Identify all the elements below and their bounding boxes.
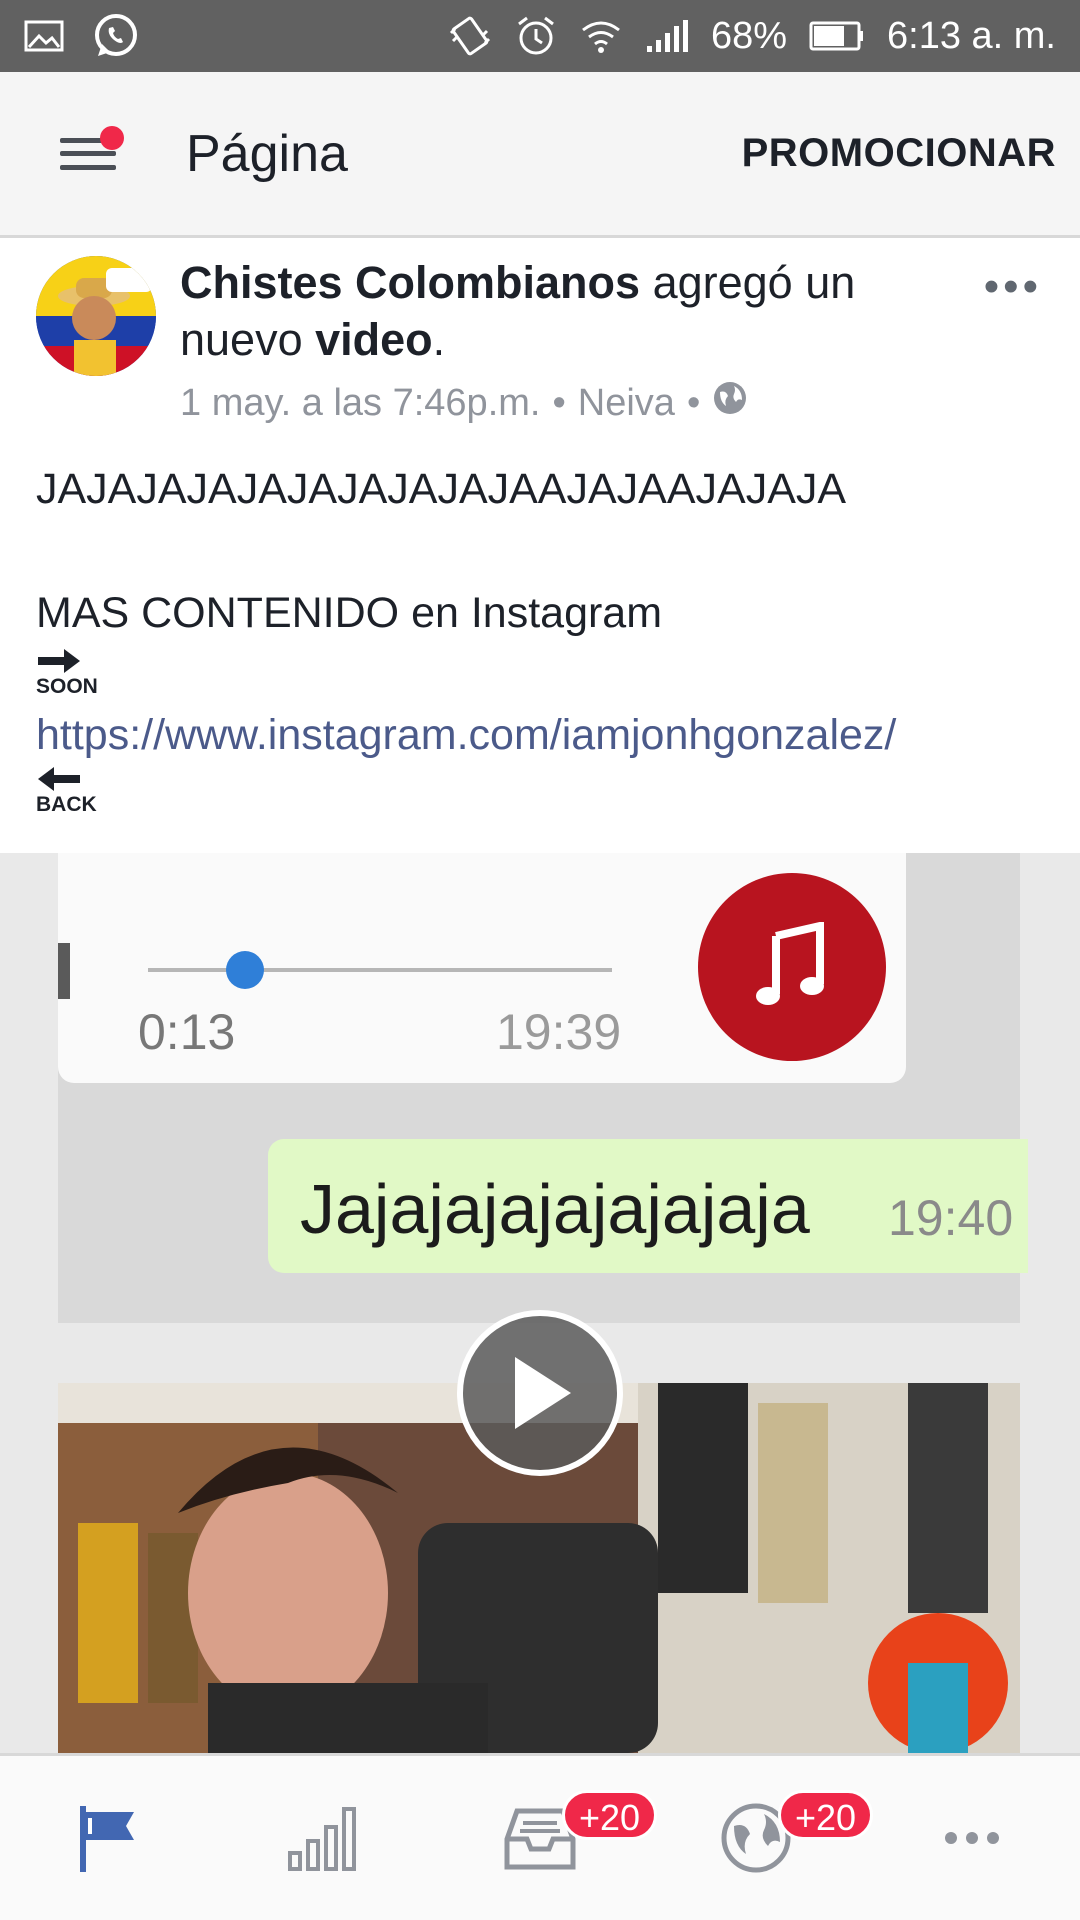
status-bar: 68% 6:13 a. m.	[0, 0, 1080, 72]
post-object-link[interactable]: video	[315, 314, 433, 365]
music-note-icon	[698, 873, 886, 1061]
play-button[interactable]	[457, 1310, 623, 1476]
left-arrow-icon	[38, 767, 80, 791]
menu-bar-icon	[60, 164, 116, 170]
post-date[interactable]: 1 may. a las 7:46p.m.	[180, 382, 540, 425]
chat-message-time: 19:40	[888, 1190, 1014, 1246]
battery-icon	[809, 21, 865, 51]
gallery-icon	[24, 19, 64, 53]
wifi-icon	[579, 16, 623, 56]
vibrate-icon	[447, 13, 493, 59]
audio-track	[148, 968, 612, 972]
menu-button[interactable]	[56, 125, 124, 180]
soon-label: SOON	[36, 675, 98, 698]
post-header: Chistes Colombianos agregó un nuevo vide…	[0, 240, 1080, 440]
notifications-badge: +20	[778, 1790, 874, 1840]
inbox-badge: +20	[562, 1790, 658, 1840]
audio-current-time: 0:13	[138, 1004, 236, 1060]
bar-chart-icon	[288, 1807, 356, 1871]
post-meta: 1 may. a las 7:46p.m. • Neiva •	[180, 380, 748, 426]
whatsapp-icon	[92, 12, 140, 60]
audio-message-bubble: 0:13 19:39	[58, 853, 906, 1083]
post-body: JAJAJAJAJAJAJAJAJAJAAJAJAAJAJAJA MAS CON…	[36, 462, 1046, 816]
screen: 68% 6:13 a. m. Página PROMOCIONAR Chiste…	[0, 0, 1080, 1920]
soon-emoji: SOON	[36, 648, 106, 698]
post-text-line: MAS CONTENIDO en Instagram	[36, 589, 663, 637]
post-location[interactable]: Neiva	[578, 382, 675, 425]
play-icon	[515, 1357, 571, 1429]
audio-progress-knob	[226, 951, 265, 989]
meta-separator: •	[552, 381, 566, 424]
back-label: BACK	[36, 793, 97, 816]
signal-icon	[645, 18, 689, 54]
post-options-button[interactable]: •••	[984, 262, 1042, 312]
post-title: Chistes Colombianos agregó un nuevo vide…	[180, 254, 940, 368]
post-author-link[interactable]: Chistes Colombianos	[180, 257, 640, 308]
battery-percent: 68%	[710, 14, 788, 57]
instagram-link[interactable]: https://www.instagram.com/iamjonhgonzale…	[36, 708, 1046, 762]
status-time: 6:13 a. m.	[887, 14, 1056, 57]
right-arrow-icon	[38, 649, 80, 673]
back-emoji: BACK	[36, 766, 106, 816]
post-title-end: .	[432, 314, 446, 365]
flag-icon	[80, 1806, 134, 1872]
bottom-navigation: +20 +20	[0, 1753, 1080, 1920]
tab-insights[interactable]	[216, 1756, 432, 1920]
post-text-line: JAJAJAJAJAJAJAJAJAJAAJAJAAJAJAJA	[36, 465, 847, 513]
tab-more[interactable]	[864, 1756, 1080, 1920]
video-player[interactable]: 0:13 19:39 Jajajajajajajajaja 19:40	[0, 853, 1080, 1753]
chat-message-bubble: Jajajajajajajajaja 19:40	[268, 1139, 1028, 1273]
audio-total-time: 19:39	[496, 1004, 622, 1060]
video-chat-screenshot: 0:13 19:39 Jajajajajajajajaja 19:40	[58, 853, 1028, 1323]
app-bar: Página PROMOCIONAR	[0, 72, 1080, 238]
public-globe-icon	[712, 380, 748, 426]
audio-handle	[58, 943, 70, 999]
menu-bar-icon	[60, 151, 116, 156]
chat-message-text: Jajajajajajajajaja	[300, 1170, 810, 1248]
tab-page[interactable]	[0, 1756, 216, 1920]
page-avatar[interactable]	[36, 256, 156, 376]
promote-button[interactable]: PROMOCIONAR	[742, 131, 1056, 176]
notification-dot	[100, 125, 124, 150]
alarm-icon	[515, 14, 557, 58]
more-icon	[945, 1832, 999, 1844]
page-title: Página	[186, 124, 348, 183]
meta-separator: •	[686, 381, 701, 424]
